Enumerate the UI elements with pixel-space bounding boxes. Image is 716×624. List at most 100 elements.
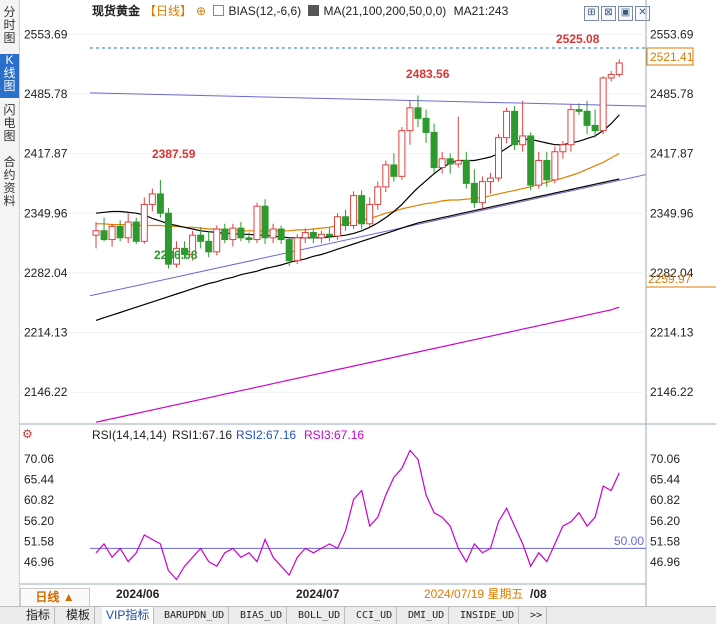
tab-cci[interactable]: CCI_UD	[352, 607, 398, 624]
tab-boll[interactable]: BOLL_UD	[294, 607, 346, 624]
price-tick-right: 2146.22	[650, 385, 694, 399]
candle	[140, 197, 148, 244]
candle	[309, 229, 317, 244]
candle	[156, 179, 164, 218]
tab-more[interactable]: >>	[526, 607, 548, 624]
rsi-tick-left: 56.20	[24, 514, 54, 528]
rsi-tick-left: 65.44	[24, 473, 54, 487]
rsi-tick-right: 46.96	[650, 555, 680, 569]
candle	[406, 100, 414, 145]
candle	[511, 106, 519, 150]
candle	[599, 76, 607, 135]
price-tick-right: 2417.87	[650, 147, 694, 161]
candle	[583, 100, 591, 135]
candle	[253, 202, 261, 244]
ma-value-label: 2259.97	[648, 272, 692, 286]
rsi-tick-right: 51.58	[650, 534, 680, 548]
rsi1-value: RSI1:67.16	[172, 428, 232, 442]
tab-templates[interactable]: 模板	[62, 607, 96, 624]
rsi-tick-right: 56.20	[650, 514, 680, 528]
price-tick-right: 2349.96	[650, 206, 694, 220]
tab-vip-indicators[interactable]: VIP指标	[102, 607, 155, 624]
annotation-mid-high: 2483.56	[406, 67, 450, 81]
bottom-tab-bar: 指标 模板 VIP指标 BARUPDN_UD BIAS_UD BOLL_UD C…	[0, 606, 716, 624]
annotation-high: 2525.08	[556, 32, 600, 46]
price-tick-left: 2485.78	[24, 87, 68, 101]
current-price-label: 2521.41	[650, 50, 694, 64]
date-cursor: 2024/07/19 星期五	[424, 587, 523, 601]
rsi-label: RSI(14,14,14)	[92, 428, 167, 442]
price-chart-svg[interactable]: 2553.69 2553.69 2485.78 2485.78 2417.87 2417.…	[0, 0, 716, 606]
candle	[213, 225, 221, 256]
candle	[430, 123, 438, 173]
annotation-left-high: 2387.59	[152, 147, 196, 161]
candle	[607, 70, 615, 82]
rsi-tick-left: 70.06	[24, 452, 54, 466]
candle	[615, 59, 623, 78]
price-tick-left: 2349.96	[24, 206, 68, 220]
rsi-settings-icon[interactable]: ⚙	[22, 427, 33, 441]
rsi-tick-left: 60.82	[24, 493, 54, 507]
candle	[398, 127, 406, 180]
date-label-jun: 2024/06	[116, 587, 160, 601]
candle	[366, 197, 374, 228]
price-tick-right: 2214.13	[650, 326, 694, 340]
candle	[551, 146, 559, 184]
candle	[495, 134, 502, 182]
candle	[503, 107, 511, 143]
candle	[221, 223, 229, 244]
candle	[535, 151, 543, 189]
price-tick-left: 2417.87	[24, 147, 68, 161]
price-tick-right: 2485.78	[650, 87, 694, 101]
candle	[92, 222, 100, 249]
candle	[124, 213, 132, 244]
date-label-jul: 2024/07	[296, 587, 340, 601]
tab-bias[interactable]: BIAS_UD	[236, 607, 288, 624]
candle	[382, 160, 390, 193]
rsi-tick-right: 65.44	[650, 473, 680, 487]
candle	[358, 190, 366, 230]
candle	[317, 230, 325, 244]
candle	[293, 234, 301, 265]
candle	[334, 213, 341, 240]
candle	[567, 104, 575, 152]
rsi3-value: RSI3:67.16	[304, 428, 364, 442]
price-tick-right: 2553.69	[650, 27, 694, 41]
trendline-lower	[89, 174, 647, 297]
tab-barupdn[interactable]: BARUPDN_UD	[160, 607, 230, 624]
candle	[325, 227, 333, 242]
candle	[237, 222, 245, 242]
price-tick-left: 2146.22	[24, 385, 68, 399]
candle	[486, 172, 494, 194]
candle	[269, 223, 277, 244]
rsi-tick-left: 51.58	[24, 534, 54, 548]
candle	[446, 153, 454, 174]
candle	[438, 151, 446, 174]
candle	[527, 132, 535, 191]
candle	[132, 217, 140, 244]
candle	[470, 169, 478, 208]
candle	[277, 225, 285, 244]
candle	[462, 151, 470, 189]
candle	[374, 181, 382, 210]
candle	[591, 109, 599, 138]
candle	[229, 223, 237, 247]
ma200-line	[95, 306, 620, 423]
tab-inside[interactable]: INSIDE_UD	[456, 607, 520, 624]
tab-dmi[interactable]: DMI_UD	[404, 607, 450, 624]
price-tick-left: 2282.04	[24, 266, 68, 280]
rsi2-value: RSI2:67.16	[236, 428, 296, 442]
rsi-line	[95, 449, 620, 581]
candle	[108, 223, 116, 247]
candle	[350, 191, 358, 230]
rsi-ref-label: 50.00	[614, 534, 644, 548]
tab-indicators[interactable]: 指标	[22, 607, 56, 624]
period-selector-button[interactable]: 日线 ▲	[20, 588, 90, 607]
trendline-upper	[89, 92, 647, 107]
candle	[422, 109, 430, 143]
candle	[575, 103, 583, 115]
candle	[148, 188, 156, 212]
candle	[116, 220, 124, 242]
candle	[390, 153, 398, 182]
candle	[205, 230, 213, 258]
